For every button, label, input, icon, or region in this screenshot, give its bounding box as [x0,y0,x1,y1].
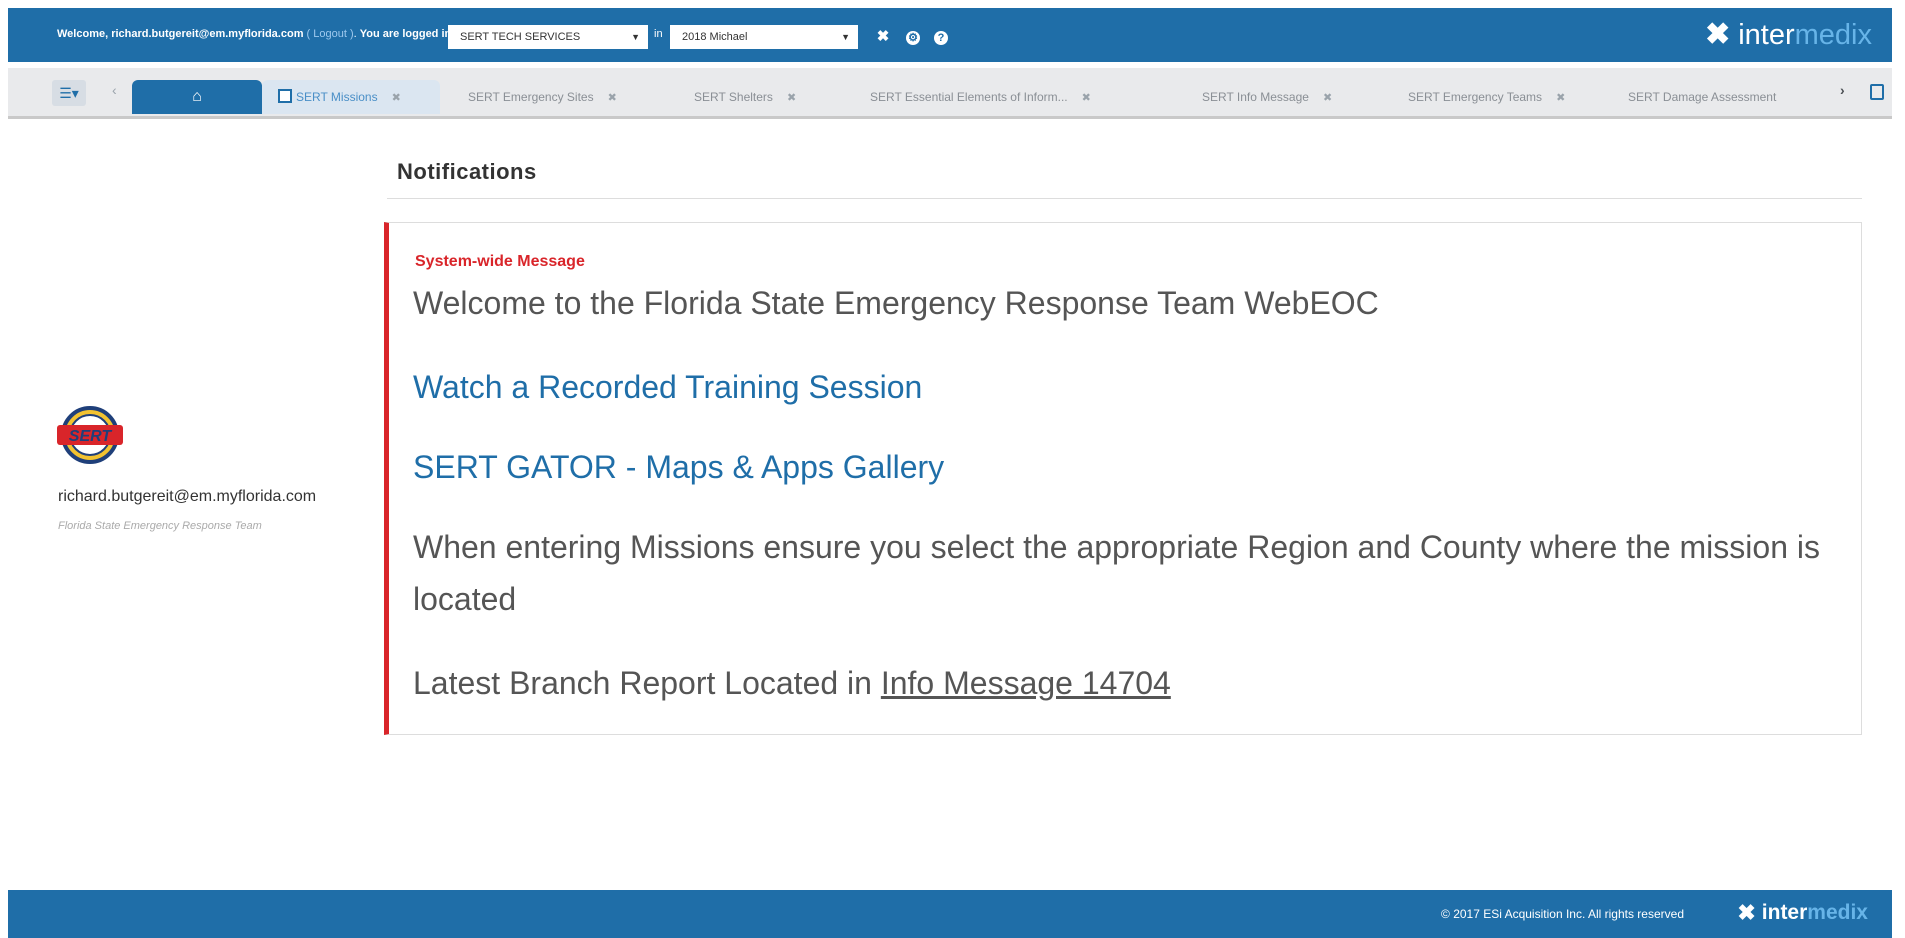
sert-logo: SERT [57,406,123,464]
close-icon[interactable]: ✖ [787,92,796,104]
tab-sert-emergency-teams[interactable]: SERT Emergency Teams ✖ [1392,80,1602,114]
tab-label: SERT Emergency Teams [1408,90,1543,104]
chevron-down-icon: ▼ [631,32,640,42]
page-title: Notifications [397,159,537,184]
system-message-label: System-wide Message [415,253,585,270]
cross-icon: ✖ [876,28,890,45]
tab-label: SERT Emergency Sites [468,90,594,104]
position-select[interactable]: SERT TECH SERVICES ▼ [448,25,648,49]
chevron-down-icon: ▼ [841,32,850,42]
chevron-left-icon: ‹ [112,82,117,98]
sert-logo-text: SERT [69,428,113,445]
close-icon[interactable]: ✖ [1556,92,1565,104]
copyright-text: © 2017 ESi Acquisition Inc. All rights r… [1441,907,1684,921]
tab-label: SERT Damage Assessment [1628,90,1777,104]
hamburger-icon: ☰▾ [59,85,79,101]
tab-label: SERT Info Message [1202,90,1309,104]
tab-sert-emergency-sites[interactable]: SERT Emergency Sites ✖ [452,80,662,114]
footer: © 2017 ESi Acquisition Inc. All rights r… [8,890,1892,938]
in-label: in [654,28,663,40]
user-team: Florida State Emergency Response Team [58,520,262,532]
close-all-button[interactable]: ✖ [872,26,894,48]
info-message-link[interactable]: Info Message 14704 [881,665,1171,701]
home-icon: ⌂ [192,88,202,105]
welcome-message: Welcome to the Florida State Emergency R… [413,285,1379,321]
divider [387,198,1862,199]
branch-report-prefix: Latest Branch Report Located in [413,665,872,701]
brand-word-inter: inter [1761,901,1808,924]
position-select-value: SERT TECH SERVICES [460,31,581,43]
tab-bar: ☰▾ ‹ ⌂ SERT Missions ✖ SERT Emergency Sit… [8,68,1892,119]
training-session-link[interactable]: Watch a Recorded Training Session [413,369,922,406]
help-button[interactable]: ? [930,26,952,48]
gear-icon: ⚙ [906,31,920,45]
close-icon[interactable]: ✖ [1082,92,1091,104]
tab-label: SERT Missions [296,90,378,104]
missions-note: When entering Missions ensure you select… [413,529,1820,617]
tab-sert-essential-elements[interactable]: SERT Essential Elements of Inform... ✖ [854,80,1174,114]
home-tab[interactable]: ⌂ [132,80,262,114]
chevron-right-icon: › [1840,82,1845,98]
help-icon: ? [934,31,948,45]
tab-label: SERT Essential Elements of Inform... [870,90,1068,104]
tab-label: SERT Shelters [694,90,773,104]
close-icon[interactable]: ✖ [1323,92,1332,104]
incident-select-value: 2018 Michael [682,31,748,43]
tab-sert-missions[interactable]: SERT Missions ✖ [262,80,440,114]
system-message-card: System-wide Message Welcome to the Flori… [384,222,1862,735]
settings-button[interactable]: ⚙ [902,26,924,48]
brand-word-inter: inter [1738,18,1795,51]
brand-word-medix: medix [1807,901,1868,924]
footer-intermedix-logo: ✖ inter medix [1737,900,1868,926]
welcome-user: Welcome, richard.butgereit@em.myflorida.… [57,28,304,40]
tab-list-icon[interactable] [1870,84,1884,100]
intermedix-mark-icon: ✖ [1705,18,1731,51]
menu-button[interactable]: ☰▾ [52,80,86,106]
top-bar: Welcome, richard.butgereit@em.myflorida.… [8,8,1892,62]
tab-sert-shelters[interactable]: SERT Shelters ✖ [678,80,838,114]
brand-word-medix: medix [1794,18,1872,51]
tabs-scroll-right-button[interactable]: › [1840,82,1845,98]
tabs-scroll-left-button[interactable]: ‹ [112,82,117,98]
branch-report-line: Latest Branch Report Located in Info Mes… [413,665,1171,702]
welcome-text: Welcome, richard.butgereit@em.myflorida.… [57,28,467,40]
intermedix-logo: ✖ inter medix [1705,18,1872,51]
window-icon [278,89,292,103]
tab-sert-info-message[interactable]: SERT Info Message ✖ [1186,80,1376,114]
intermedix-mark-icon: ✖ [1737,900,1756,925]
tab-sert-damage-assessment[interactable]: SERT Damage Assessment [1612,80,1822,114]
incident-select[interactable]: 2018 Michael ▼ [670,25,858,49]
close-icon[interactable]: ✖ [392,92,401,104]
gator-gallery-link[interactable]: SERT GATOR - Maps & Apps Gallery [413,449,944,486]
user-email: richard.butgereit@em.myflorida.com [58,488,317,505]
logout-link[interactable]: ( Logout ) [307,28,354,40]
close-icon[interactable]: ✖ [608,92,617,104]
